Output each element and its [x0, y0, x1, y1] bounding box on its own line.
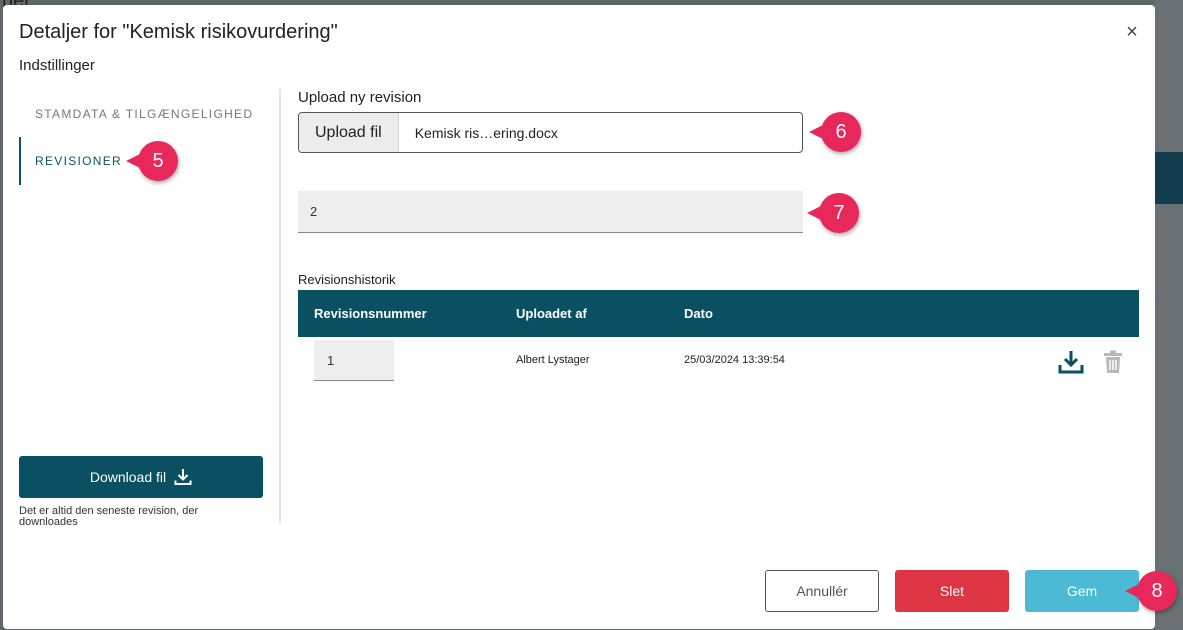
revision-number-input[interactable]: 2: [298, 191, 803, 233]
nav-item-stamdata[interactable]: STAMDATA & TILGÆNGELIGHED: [35, 107, 253, 121]
revision-history-table: Revisionsnummer Uploadet af Dato 1 Alber…: [298, 290, 1139, 387]
background-accent: [1155, 152, 1183, 204]
download-button-label: Download fil: [89, 469, 167, 485]
callout-badge: 8: [1125, 571, 1177, 611]
table-header: Revisionsnummer Uploadet af Dato: [298, 290, 1139, 337]
callout-badge: 7: [807, 193, 859, 233]
table-row: 1 Albert Lystager 25/03/2024 13:39:54: [298, 337, 1139, 387]
background-panel: [1155, 0, 1183, 630]
row-revision-input[interactable]: 1: [314, 340, 394, 381]
column-header-revision: Revisionsnummer: [314, 306, 427, 321]
download-file-button[interactable]: Download fil: [19, 456, 263, 498]
upload-section-label: Upload ny revision: [298, 89, 422, 106]
delete-button[interactable]: Slet: [895, 570, 1009, 612]
callout-badge: 6: [809, 112, 861, 152]
cancel-button[interactable]: Annullér: [765, 570, 879, 612]
vertical-divider: [279, 89, 281, 523]
modal-subheading: Indstillinger: [19, 57, 95, 74]
nav-item-revisioner[interactable]: REVISIONER: [19, 137, 122, 185]
upload-file-name: Kemisk ris…ering.docx: [414, 124, 558, 141]
upload-file-field[interactable]: Upload fil Kemisk ris…ering.docx: [298, 112, 803, 153]
download-note: Det er altid den seneste revision, der d…: [19, 505, 199, 528]
column-header-uploaded-by: Uploadet af: [516, 306, 587, 321]
download-icon[interactable]: [1058, 349, 1084, 375]
callout-badge: 5: [126, 141, 178, 181]
modal-title: Detaljer for "Kemisk risikovurdering": [19, 21, 338, 43]
column-header-date: Dato: [684, 306, 713, 321]
save-button[interactable]: Gem: [1025, 570, 1139, 612]
row-uploaded-by: Albert Lystager: [516, 354, 590, 366]
download-icon: [174, 469, 192, 485]
close-icon[interactable]: ×: [1121, 21, 1143, 43]
modal-dialog: Detaljer for "Kemisk risikovurdering" × …: [3, 5, 1155, 629]
row-date: 25/03/2024 13:39:54: [684, 354, 785, 366]
upload-file-button[interactable]: Upload fil: [299, 113, 399, 152]
revision-history-label: Revisionshistorik: [298, 272, 396, 287]
trash-icon[interactable]: [1100, 349, 1126, 375]
